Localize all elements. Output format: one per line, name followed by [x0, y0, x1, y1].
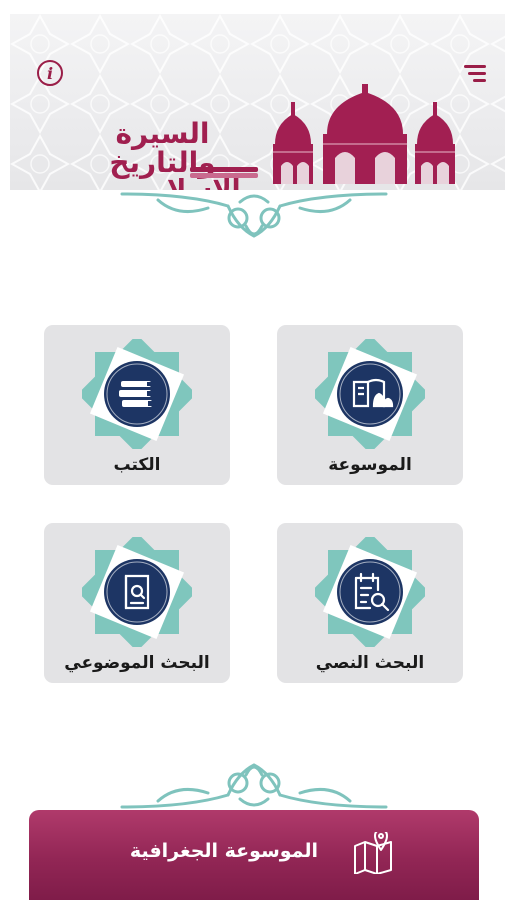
card-text-search[interactable]: البحث النصي — [277, 523, 463, 683]
card-label: الموسوعة — [328, 455, 412, 475]
books-icon — [119, 381, 152, 407]
info-button[interactable]: i — [37, 60, 63, 86]
card-books[interactable]: الكتب — [44, 325, 230, 485]
geographic-encyclopedia-button[interactable]: الموسوعة الجغرافية — [29, 810, 479, 900]
top-ornament — [120, 192, 388, 238]
bottom-ornament — [120, 763, 388, 809]
topic-search-badge — [82, 537, 192, 647]
encyclopedia-badge — [315, 339, 425, 449]
map-pin-icon — [354, 832, 392, 874]
menu-button[interactable] — [464, 65, 486, 85]
card-label: البحث الموضوعي — [64, 653, 210, 673]
book-logo-icon — [190, 167, 258, 178]
card-encyclopedia[interactable]: الموسوعة — [277, 325, 463, 485]
geographic-encyclopedia-label: الموسوعة الجغرافية — [129, 840, 319, 862]
card-label: الكتب — [113, 455, 161, 475]
menu-icon — [464, 65, 486, 68]
card-topic-search[interactable]: البحث الموضوعي — [44, 523, 230, 683]
mosque-illustration — [273, 84, 455, 184]
info-icon: i — [46, 63, 54, 83]
text-search-badge — [315, 537, 425, 647]
books-badge — [82, 339, 192, 449]
card-label: البحث النصي — [315, 653, 425, 673]
app-header: i السيرة والتاريخ الإسلامي — [10, 14, 505, 190]
